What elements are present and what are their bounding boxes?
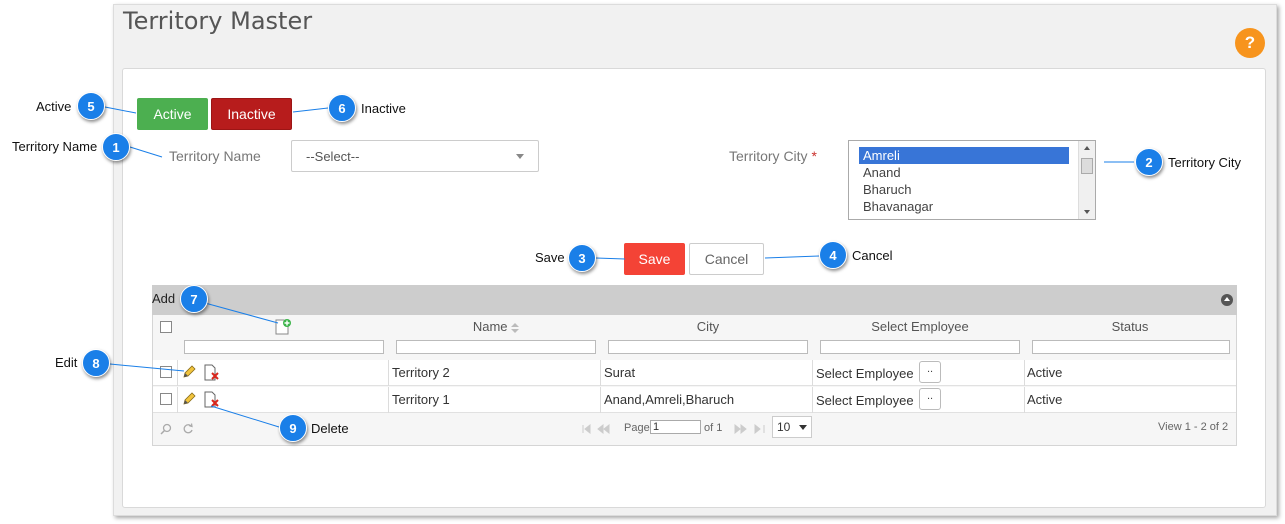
callout-label: Delete <box>311 421 349 436</box>
callout-badge: 7 <box>180 285 208 313</box>
callout-badge: 6 <box>328 94 356 122</box>
callout-label: Territory City <box>1168 155 1241 170</box>
callout-badge: 5 <box>77 92 105 120</box>
callout-leader-lines <box>104 106 1134 428</box>
callout-label: Inactive <box>361 101 406 116</box>
callout-label: Save <box>535 250 565 265</box>
callout-badge: 8 <box>82 349 110 377</box>
callout-label: Cancel <box>852 248 893 263</box>
callout-label: Edit <box>55 355 78 370</box>
callout-badge: 4 <box>819 241 847 269</box>
callout-badge: 1 <box>102 133 130 161</box>
callout-badge: 3 <box>568 244 596 272</box>
callout-badge: 9 <box>279 414 307 442</box>
callout-badge: 2 <box>1135 148 1163 176</box>
callout-label: Active <box>36 99 72 114</box>
callout-label: Territory Name <box>12 139 98 154</box>
